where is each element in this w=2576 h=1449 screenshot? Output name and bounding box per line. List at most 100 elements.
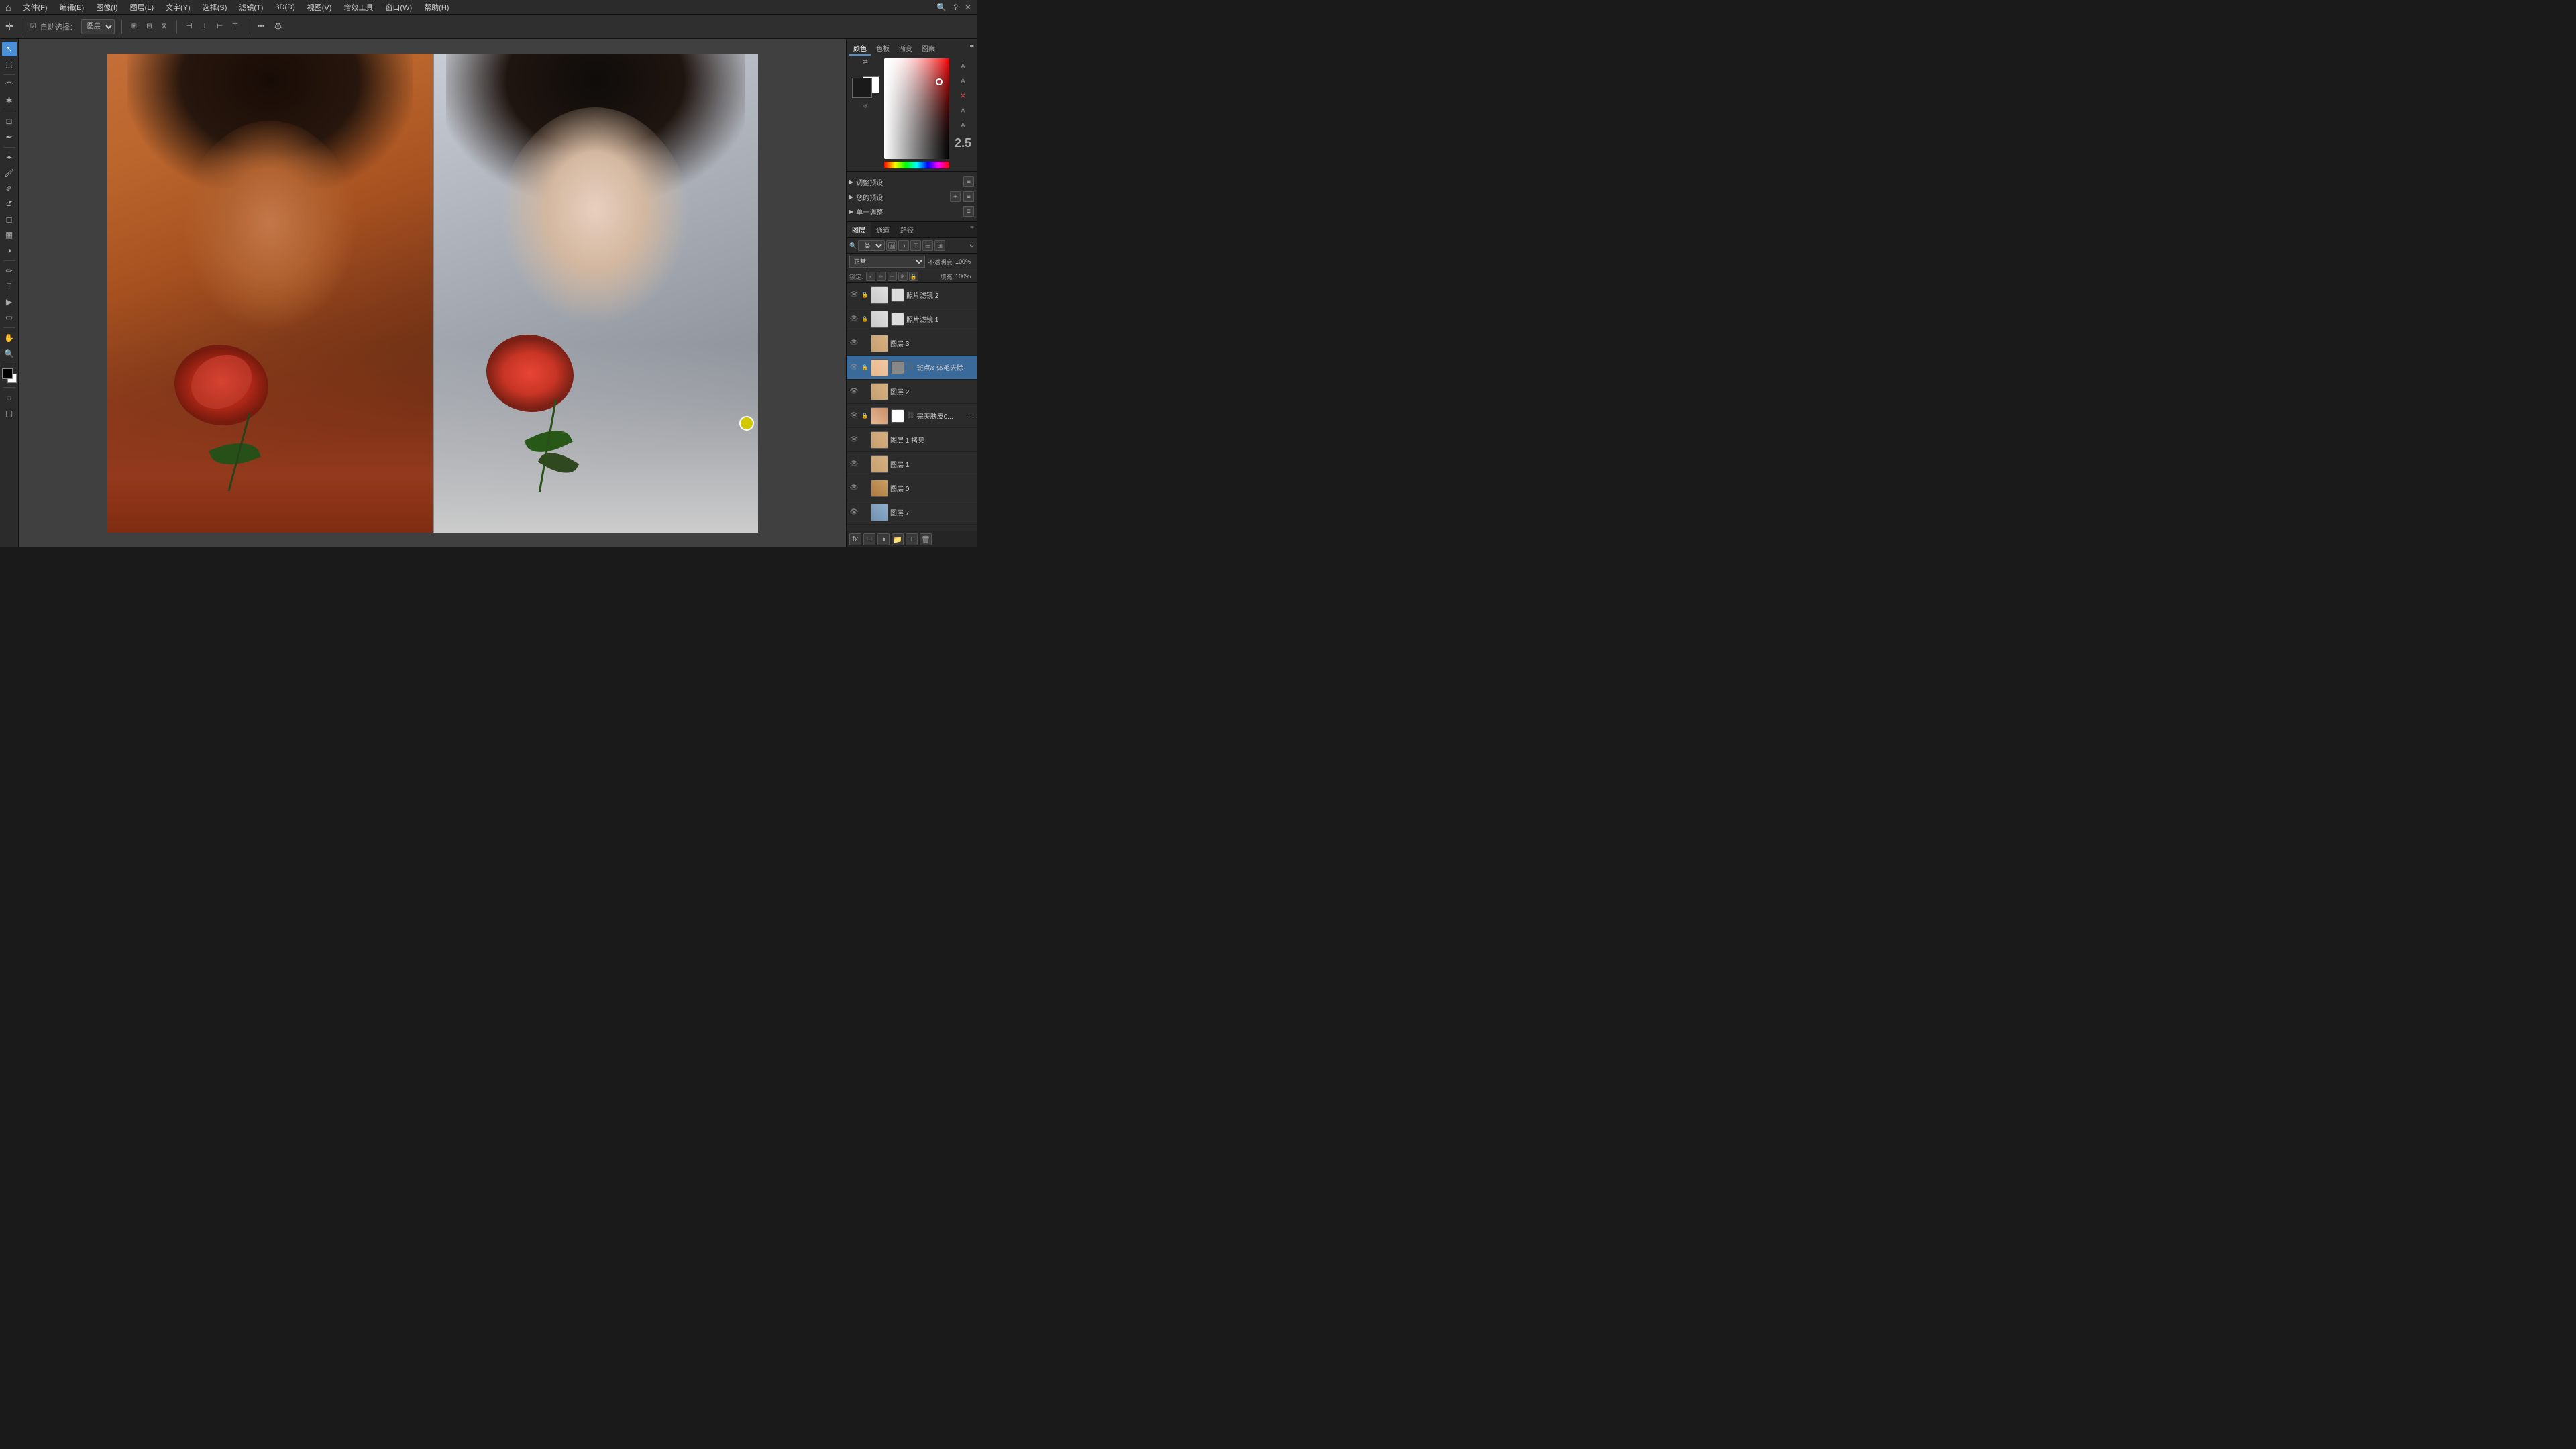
align-btn-3[interactable]: ⊢ [214,21,225,32]
tab-gradient[interactable]: 渐变 [895,42,916,56]
menu-view[interactable]: 视图(V) [302,1,337,14]
color-panel-menu[interactable]: ≡ [970,42,974,56]
type-tool[interactable]: T [2,279,17,294]
color-option-2[interactable]: A [957,105,968,116]
zoom-tool[interactable]: 🔍 [2,346,17,361]
layer-item-1[interactable]: 👁 🔒 图层 1 [847,452,977,476]
menu-3d[interactable]: 3D(D) [270,2,300,13]
swap-colors-icon[interactable]: ⇄ [863,58,868,66]
filter-type-btn-shape[interactable]: ▭ [922,240,933,251]
brush-tool[interactable]: 🖌 [2,166,17,180]
layer-item-photo-filter-1[interactable]: 👁 🔒 照片滤镜 1 [847,307,977,331]
pen-tool[interactable]: ✏ [2,264,17,278]
path-selection-tool[interactable]: ▶ [2,294,17,309]
lasso-tool[interactable]: ⌒ [2,78,17,93]
hand-tool[interactable]: ✋ [2,331,17,345]
layer-eye-2[interactable]: 👁 [849,387,859,396]
layer-item-perfect-skin[interactable]: 👁 🔒 ⛓ 完美肤皮0... … [847,404,977,428]
adj-section-presets[interactable]: ▶ 调整预设 ≡ [849,174,974,189]
transform-btn-1[interactable]: ⊞ [129,21,140,32]
foreground-color[interactable] [852,78,872,98]
layer-adjustment-btn[interactable]: ◑ [877,533,890,545]
layer-item-photo-filter-2[interactable]: 👁 🔒 照片滤镜 2 [847,283,977,307]
more-icon-perfect-skin[interactable]: … [968,413,974,419]
adj-presets-menu[interactable]: ≡ [963,176,974,187]
layer-item-1-copy[interactable]: 👁 🔒 图层 1 拷贝 [847,428,977,452]
gradient-tool[interactable]: ▦ [2,227,17,242]
selection-tool[interactable]: ⬚ [2,57,17,72]
color-option-1[interactable]: A [957,76,968,87]
menu-type[interactable]: 文字(Y) [160,1,196,14]
tab-channels[interactable]: 通道 [871,222,895,237]
layer-group-btn[interactable]: 📁 [892,533,904,545]
layer-new-btn[interactable]: + [906,533,918,545]
layer-eye-photo-filter-1[interactable]: 👁 [849,315,859,324]
adj-section-your-presets[interactable]: ▶ 您的预设 + ≡ [849,189,974,204]
layer-select-dropdown[interactable]: 图层 组 [81,19,115,34]
filter-type-btn-type[interactable]: T [910,240,921,251]
layer-eye-photo-filter-2[interactable]: 👁 [849,290,859,300]
transform-btn-3[interactable]: ⊠ [158,21,169,32]
layer-item-0[interactable]: 👁 🔒 图层 0 [847,476,977,500]
search-icon[interactable]: 🔍 [936,3,947,12]
lock-position-icon[interactable]: ✛ [888,272,897,281]
filter-type-btn-pixel[interactable]: 🖼 [886,240,897,251]
tab-pattern[interactable]: 图案 [918,42,939,56]
align-btn-1[interactable]: ⊣ [184,21,195,32]
reset-colors-icon[interactable]: ↺ [863,103,868,109]
color-spectrum-area[interactable] [884,58,949,166]
menu-edit[interactable]: 编辑(E) [54,1,90,14]
color-mode-icon[interactable]: A [957,61,968,72]
clone-stamp-tool[interactable]: ✐ [2,181,17,196]
move-tool-icon[interactable]: ✛ [5,21,13,32]
layer-fx-btn[interactable]: fx [849,533,861,545]
hue-bar[interactable] [884,162,949,168]
align-btn-2[interactable]: ⊥ [199,21,211,32]
layer-eye-7[interactable]: 👁 [849,508,859,517]
screen-mode-tool[interactable]: ▢ [2,406,17,421]
help-icon[interactable]: ? [953,3,958,12]
layer-eye-3[interactable]: 👁 [849,339,859,348]
eyedropper-tool[interactable]: ✒ [2,129,17,144]
color-spectrum[interactable] [884,58,949,159]
layer-item-blemish[interactable]: 👁 🔒 ⛓ 斑点& 体毛去除 [847,356,977,380]
lock-all-icon[interactable]: 🔒 [909,272,918,281]
layer-item-7[interactable]: 👁 🔒 图层 7 [847,500,977,525]
crop-tool[interactable]: ⊡ [2,114,17,129]
tab-paths[interactable]: 路径 [895,222,919,237]
eraser-tool[interactable]: ◻ [2,212,17,227]
layer-eye-0[interactable]: 👁 [849,484,859,493]
menu-image[interactable]: 图像(I) [91,1,123,14]
canvas-divider[interactable] [433,54,434,533]
lock-transparent-icon[interactable]: ▪ [866,272,875,281]
tab-swatches[interactable]: 色板 [872,42,894,56]
menu-filter[interactable]: 滤镜(T) [233,1,268,14]
layer-item-3[interactable]: 👁 🔒 图层 3 [847,331,977,356]
color-option-3[interactable]: A [957,120,968,131]
layer-filter-select[interactable]: 类型 [858,240,885,251]
home-icon[interactable]: ⌂ [5,2,11,13]
color-swatches[interactable] [2,368,17,383]
layers-panel-menu[interactable]: ≡ [967,222,977,237]
transform-btn-2[interactable]: ⊟ [144,21,154,32]
settings-btn[interactable]: ⚙ [271,19,285,34]
layer-eye-perfect-skin[interactable]: 👁 [849,411,859,421]
tab-layers[interactable]: 图层 [847,222,871,237]
dodge-tool[interactable]: ◑ [2,243,17,258]
fill-value[interactable]: 100% [955,273,974,280]
menu-file[interactable]: 文件(F) [17,1,52,14]
lock-pixels-icon[interactable]: ✏ [877,272,886,281]
move-tool[interactable]: ↖ [2,42,17,56]
layer-eye-1-copy[interactable]: 👁 [849,435,859,445]
close-icon[interactable]: ✕ [965,3,971,12]
blend-mode-select[interactable]: 正常 [849,256,925,268]
menu-help[interactable]: 帮助(H) [419,1,454,14]
layer-item-2[interactable]: 👁 🔒 图层 2 [847,380,977,404]
shape-tool[interactable]: ▭ [2,310,17,325]
opacity-value[interactable]: 100% [955,258,974,265]
more-options-btn[interactable]: ••• [255,21,268,32]
layer-delete-btn[interactable]: 🗑 [920,533,932,545]
quick-mask-tool[interactable]: ◌ [2,390,17,405]
adj-single-menu[interactable]: ≡ [963,206,974,217]
spot-healing-tool[interactable]: ✦ [2,150,17,165]
